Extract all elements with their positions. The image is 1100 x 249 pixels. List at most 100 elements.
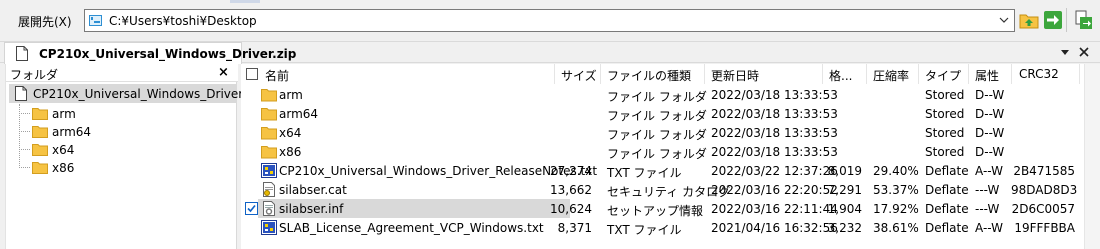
file-row[interactable]: arm64 ファイル フォルダ 2022/03/18 13:33:53 Stored D…	[241, 104, 1084, 123]
column-header-modified[interactable]: 更新日時	[711, 67, 759, 84]
file-row[interactable]: x86 ファイル フォルダ 2022/03/18 13:33:53 Stored D--…	[241, 142, 1084, 161]
cell-type: ファイル フォルダ	[607, 109, 707, 123]
cell-packed-size: 3,232	[827, 221, 862, 235]
column-divider[interactable]	[918, 64, 919, 84]
text-file-icon	[261, 220, 277, 235]
cell-modified: 2022/03/18 13:33:53	[711, 88, 838, 102]
file-row[interactable]: silabser.cat 13,662 セキュリティ カタログ 2022/03/16 …	[241, 180, 1084, 199]
cell-attributes: D--W	[975, 145, 1005, 159]
cell-type: ファイル フォルダ	[607, 90, 707, 104]
folder-icon	[32, 126, 48, 138]
vertical-scrollbar[interactable]	[1084, 64, 1100, 249]
column-divider[interactable]	[968, 64, 969, 84]
cell-attributes: ---W	[975, 183, 1000, 197]
tree-root-label: CP210x_Universal_Windows_Driver.zip	[33, 87, 264, 101]
extract-options-icon[interactable]	[1074, 10, 1094, 30]
cell-name: silabser.cat	[279, 183, 347, 197]
column-divider[interactable]	[866, 64, 867, 84]
extract-to-label: 展開先(X)	[18, 15, 72, 29]
file-row[interactable]: CP210x_Universal_Windows_Driver_ReleaseN…	[241, 161, 1084, 180]
cell-packed-size: 1,904	[827, 202, 862, 216]
column-divider[interactable]	[822, 64, 823, 84]
column-header-crc32[interactable]: CRC32	[1019, 67, 1059, 81]
tree-item-arm64[interactable]: arm64	[19, 122, 219, 141]
cell-modified: 2022/03/18 13:33:53	[711, 107, 838, 121]
cell-name: arm64	[279, 107, 319, 121]
close-tab-icon[interactable]	[1077, 45, 1091, 59]
cell-crc32: 98DAD8D3	[1011, 183, 1078, 197]
cell-attributes: A--W	[975, 221, 1003, 235]
cell-modified: 2022/03/18 13:33:53	[711, 145, 838, 159]
checkmark-icon	[247, 204, 256, 213]
document-tab-bar: CP210x_Universal_Windows_Driver.zip	[0, 42, 1100, 64]
file-row[interactable]: SLAB_License_Agreement_VCP_Windows.txt 8,…	[241, 218, 1084, 237]
cell-attributes: ---W	[975, 202, 1000, 216]
column-header-size[interactable]: サイズ	[561, 67, 597, 84]
tree-connector	[19, 131, 30, 132]
file-icon	[15, 86, 27, 101]
tree-item-label: x64	[52, 143, 75, 157]
cell-type: セットアップ情報	[607, 204, 704, 218]
file-list-header: 名前 サイズ ファイルの種類 更新日時 格... 圧縮率 タイプ 属性 CRC3…	[241, 64, 1084, 84]
cell-attributes: D--W	[975, 107, 1005, 121]
column-header-packed-size[interactable]: 格...	[829, 67, 852, 84]
row-checkbox[interactable]	[245, 202, 258, 215]
folder-tree-pane: フォルダ × CP210x_Universal_Windows_Driver.z…	[5, 64, 263, 249]
column-divider[interactable]	[600, 64, 601, 84]
extract-path-input[interactable]: C:¥Users¥toshi¥Desktop	[84, 9, 1015, 32]
cell-method: Deflate	[925, 202, 969, 216]
text-file-icon	[261, 163, 277, 178]
file-row[interactable]: silabser.inf 10,624 セットアップ情報 2022/03/16 22:…	[241, 199, 1084, 218]
cell-type: ファイル フォルダ	[607, 147, 707, 161]
tab-archive[interactable]: CP210x_Universal_Windows_Driver.zip	[4, 42, 296, 64]
cell-size: 27,274	[550, 164, 592, 178]
column-divider[interactable]	[1079, 64, 1080, 84]
file-row[interactable]: x64 ファイル フォルダ 2022/03/18 13:33:53 Stored D--…	[241, 123, 1084, 142]
cell-type: TXT ファイル	[607, 223, 682, 237]
tree-connector	[19, 149, 30, 150]
cell-crc32: 19FFFBBA	[1014, 221, 1075, 235]
tree-root-archive[interactable]: CP210x_Universal_Windows_Driver.zip	[9, 84, 263, 103]
folder-up-icon[interactable]	[1019, 10, 1039, 30]
select-all-checkbox[interactable]	[246, 68, 258, 80]
tab-hint-strip	[230, 0, 260, 3]
column-header-type[interactable]: ファイルの種類	[607, 67, 691, 84]
column-divider[interactable]	[704, 64, 705, 84]
extract-arrow-icon[interactable]	[1043, 10, 1063, 30]
cell-packed-size: 7,291	[827, 183, 862, 197]
cell-size: 13,662	[550, 183, 592, 197]
cell-name: silabser.inf	[279, 202, 344, 216]
tree-item-label: arm	[52, 107, 76, 121]
cell-attributes: D--W	[975, 126, 1005, 140]
column-divider[interactable]	[1011, 64, 1012, 84]
cell-name: SLAB_License_Agreement_VCP_Windows.txt	[279, 221, 544, 235]
cell-crc32: 2B471585	[1013, 164, 1075, 178]
tree-item-x86[interactable]: x86	[19, 158, 219, 177]
close-folder-pane-icon[interactable]: ×	[218, 65, 229, 80]
file-list-pane: 名前 サイズ ファイルの種類 更新日時 格... 圧縮率 タイプ 属性 CRC3…	[241, 64, 1100, 249]
folder-icon	[32, 162, 48, 174]
column-header-attributes[interactable]: 属性	[975, 67, 999, 84]
tree-item-arm[interactable]: arm	[19, 104, 219, 123]
drive-icon	[89, 15, 102, 26]
tab-archive-label: CP210x_Universal_Windows_Driver.zip	[39, 47, 297, 61]
extract-path-text: C:¥Users¥toshi¥Desktop	[109, 14, 257, 28]
folder-icon	[32, 144, 48, 156]
folder-icon	[32, 108, 48, 120]
file-row[interactable]: arm ファイル フォルダ 2022/03/18 13:33:53 Stored D--…	[241, 85, 1084, 104]
column-divider[interactable]	[554, 64, 555, 84]
cell-ratio: 38.61%	[873, 221, 919, 235]
cell-packed-size: 8,019	[827, 164, 862, 178]
tab-list-dropdown-icon[interactable]	[1058, 45, 1072, 59]
chevron-down-icon[interactable]	[998, 14, 1010, 26]
tree-item-x64[interactable]: x64	[19, 140, 219, 159]
column-header-ratio[interactable]: 圧縮率	[873, 67, 909, 84]
cell-method: Stored	[925, 88, 965, 102]
column-header-name[interactable]: 名前	[265, 67, 289, 84]
cell-attributes: D--W	[975, 88, 1005, 102]
cell-method: Stored	[925, 126, 965, 140]
cell-name: arm	[279, 88, 303, 102]
cell-size: 10,624	[550, 202, 592, 216]
setup-file-icon	[263, 201, 275, 216]
column-header-method[interactable]: タイプ	[925, 67, 961, 84]
